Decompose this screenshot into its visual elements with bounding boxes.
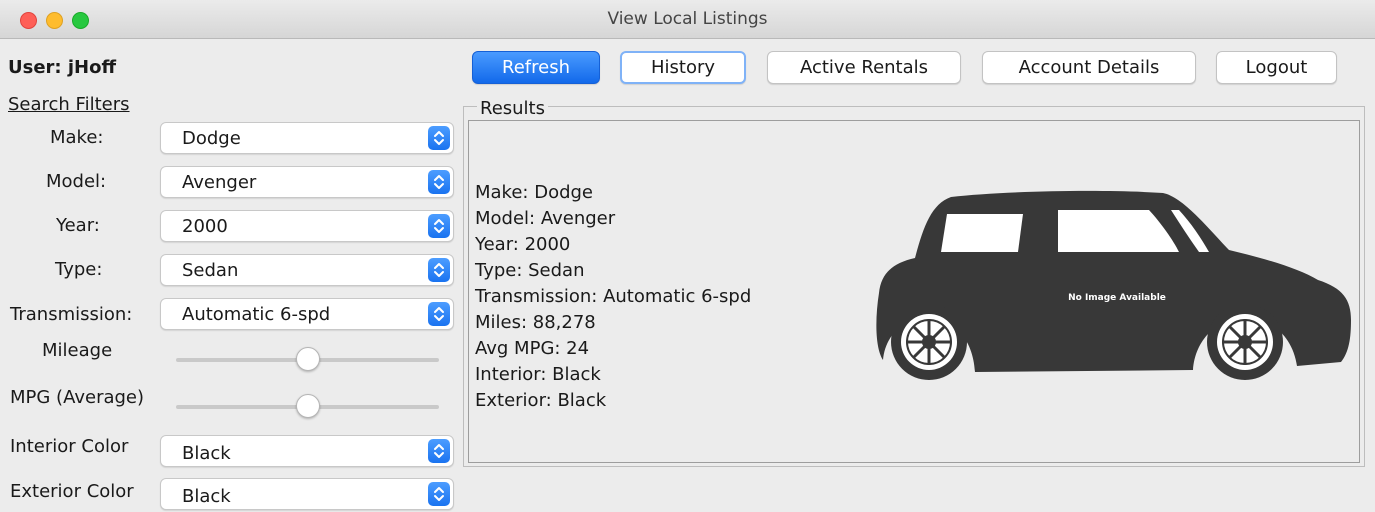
chevron-updown-icon: [428, 214, 450, 238]
mileage-slider[interactable]: [176, 345, 439, 375]
model-label: Model:: [46, 171, 107, 192]
type-select-value: Sedan: [182, 260, 239, 281]
mpg-label: MPG (Average): [10, 387, 145, 408]
car-wheel-rear: [1207, 304, 1283, 380]
active-rentals-button[interactable]: Active Rentals: [767, 51, 961, 84]
refresh-button[interactable]: Refresh: [472, 51, 600, 84]
window-title: View Local Listings: [607, 9, 768, 29]
listings-window: View Local Listings User: jHoff Search F…: [0, 0, 1375, 512]
chevron-updown-icon: [428, 302, 450, 326]
exterior-color-select-value: Black: [182, 486, 231, 507]
detail-mpg: Avg MPG: 24: [475, 338, 590, 359]
history-button[interactable]: History: [620, 51, 746, 84]
exterior-color-select[interactable]: Black: [160, 478, 454, 510]
year-select-value: 2000: [182, 216, 228, 237]
logout-button[interactable]: Logout: [1216, 51, 1337, 84]
chevron-updown-icon: [428, 126, 450, 150]
no-image-text: No Image Available: [1068, 293, 1166, 303]
type-label: Type:: [55, 259, 103, 280]
interior-color-select[interactable]: Black: [160, 435, 454, 467]
detail-miles: Miles: 88,278: [475, 312, 596, 333]
transmission-label: Transmission:: [10, 304, 133, 325]
detail-year: Year: 2000: [475, 234, 571, 255]
make-label: Make:: [50, 127, 104, 148]
user-label: User: jHoff: [8, 57, 117, 78]
make-select-value: Dodge: [182, 128, 241, 149]
exterior-color-label: Exterior Color: [10, 481, 134, 502]
car-wheel-front: [891, 304, 967, 380]
detail-interior: Interior: Black: [475, 364, 601, 385]
interior-color-select-value: Black: [182, 443, 231, 464]
transmission-select-value: Automatic 6-spd: [182, 304, 331, 325]
search-filters-heading: Search Filters: [8, 94, 130, 115]
mileage-label: Mileage: [42, 340, 113, 361]
mpg-slider[interactable]: [176, 392, 439, 422]
chevron-updown-icon: [428, 439, 450, 463]
detail-transmission: Transmission: Automatic 6-spd: [475, 286, 752, 307]
detail-type: Type: Sedan: [475, 260, 585, 281]
listing-details: Make: Dodge Model: Avenger Year: 2000 Ty…: [475, 180, 751, 414]
interior-color-label: Interior Color: [10, 436, 129, 457]
transmission-select[interactable]: Automatic 6-spd: [160, 298, 454, 330]
detail-make: Make: Dodge: [475, 182, 594, 203]
chevron-updown-icon: [428, 258, 450, 282]
account-details-button[interactable]: Account Details: [982, 51, 1196, 84]
car-window-front: [941, 214, 1023, 252]
car-silhouette-image: No Image Available: [876, 190, 1351, 380]
chevron-updown-icon: [428, 170, 450, 194]
detail-model: Model: Avenger: [475, 208, 616, 229]
detail-exterior: Exterior: Black: [475, 390, 607, 411]
year-select[interactable]: 2000: [160, 210, 454, 242]
title-bar: View Local Listings: [0, 0, 1375, 39]
chevron-updown-icon: [428, 482, 450, 506]
mileage-slider-thumb[interactable]: [296, 347, 320, 371]
year-label: Year:: [56, 215, 100, 236]
mpg-slider-thumb[interactable]: [296, 394, 320, 418]
model-select[interactable]: Avenger: [160, 166, 454, 198]
results-title: Results: [477, 98, 548, 119]
make-select[interactable]: Dodge: [160, 122, 454, 154]
type-select[interactable]: Sedan: [160, 254, 454, 286]
model-select-value: Avenger: [182, 172, 257, 193]
